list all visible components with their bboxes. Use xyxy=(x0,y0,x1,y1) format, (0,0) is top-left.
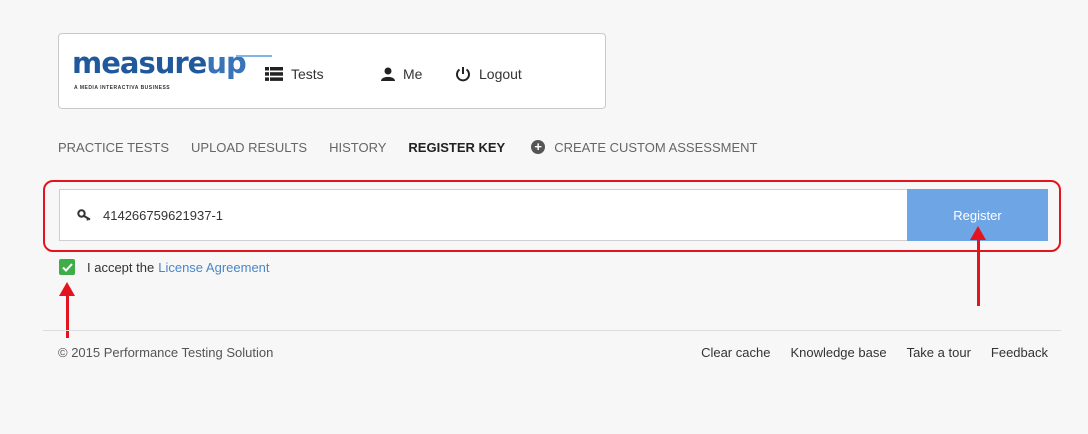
subnav-upload-results[interactable]: UPLOAD RESULTS xyxy=(191,140,307,155)
nav-me[interactable]: Me xyxy=(381,64,422,84)
annotation-highlight-box xyxy=(43,180,1061,252)
subnav-history[interactable]: HISTORY xyxy=(329,140,386,155)
footer-link-knowledge-base[interactable]: Knowledge base xyxy=(790,345,886,360)
user-icon xyxy=(381,67,395,81)
nav-logout[interactable]: Logout xyxy=(455,64,522,84)
footer-link-clear-cache[interactable]: Clear cache xyxy=(701,345,770,360)
measureup-logo[interactable]: measureup A MEDIA INTERACTIVA BUSINESS xyxy=(72,46,247,97)
license-accept-text: I accept the xyxy=(87,259,155,275)
active-nav-underline xyxy=(236,55,272,57)
subnav-create-custom-label: CREATE CUSTOM ASSESSMENT xyxy=(554,139,758,155)
logo-tagline: A MEDIA INTERACTIVA BUSINESS xyxy=(74,85,171,91)
footer-link-take-a-tour[interactable]: Take a tour xyxy=(907,345,971,360)
nav-logout-label: Logout xyxy=(479,66,522,82)
arrow-shaft xyxy=(977,238,980,306)
license-checkbox[interactable] xyxy=(59,259,75,275)
checkmark-icon xyxy=(61,262,73,272)
license-accept-row: I accept the License Agreement xyxy=(59,258,270,276)
nav-me-label: Me xyxy=(403,66,423,82)
sub-navigation: PRACTICE TESTS UPLOAD RESULTS HISTORY RE… xyxy=(58,137,779,157)
footer-divider xyxy=(43,330,1061,331)
subnav-practice-tests[interactable]: PRACTICE TESTS xyxy=(58,140,169,155)
footer-links: Clear cache Knowledge base Take a tour F… xyxy=(681,345,1048,360)
footer-copyright: © 2015 Performance Testing Solution xyxy=(58,345,274,360)
list-icon xyxy=(265,67,283,81)
subnav-create-custom-assessment[interactable]: + CREATE CUSTOM ASSESSMENT xyxy=(531,140,757,155)
nav-tests[interactable]: Tests xyxy=(265,64,324,84)
arrow-shaft xyxy=(66,294,69,338)
logo-wordmark: measureup xyxy=(72,46,247,80)
power-icon xyxy=(455,66,471,82)
subnav-register-key[interactable]: REGISTER KEY xyxy=(408,140,505,155)
plus-circle-icon: + xyxy=(531,140,546,154)
top-navbar: measureup A MEDIA INTERACTIVA BUSINESS T… xyxy=(58,33,606,109)
nav-tests-label: Tests xyxy=(291,66,324,82)
license-agreement-link[interactable]: License Agreement xyxy=(158,260,269,275)
footer-link-feedback[interactable]: Feedback xyxy=(991,345,1048,360)
